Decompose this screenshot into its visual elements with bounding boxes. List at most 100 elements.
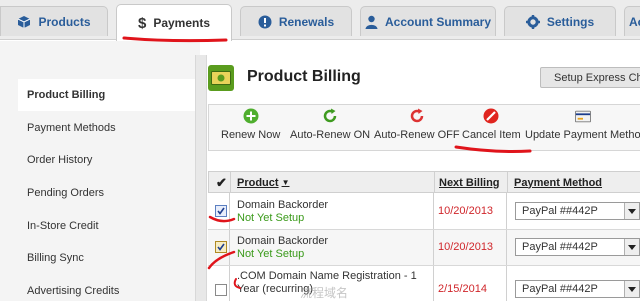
auto-renew-on-label: Auto-Renew ON: [290, 129, 371, 141]
cancel-icon: [483, 108, 499, 124]
column-header-payment-method[interactable]: Payment Method: [514, 172, 602, 193]
row-checkbox[interactable]: [215, 205, 227, 217]
product-cell: Domain Backorder Not Yet Setup: [237, 199, 328, 225]
tab-settings[interactable]: Settings: [504, 6, 616, 36]
billing-money-icon: [208, 65, 234, 91]
auto-renew-off-button[interactable]: Auto-Renew OFF: [374, 108, 460, 141]
update-payment-method-label: Update Payment Metho: [525, 129, 640, 141]
chevron-down-icon: [624, 239, 639, 255]
sidebar-item-in-store-credit[interactable]: In-Store Credit: [18, 210, 190, 242]
sidebar: Product Billing Payment Methods Order Hi…: [0, 41, 200, 301]
refresh-green-icon: [322, 108, 338, 124]
row-checkbox[interactable]: [215, 241, 227, 253]
sidebar-item-label: Order History: [27, 154, 93, 166]
row-checkbox[interactable]: [215, 284, 227, 296]
setup-express-checkout-button[interactable]: Setup Express Ch: [540, 67, 640, 88]
tab-settings-label: Settings: [546, 14, 595, 29]
column-divider: [506, 266, 507, 301]
user-icon: [365, 15, 378, 29]
table-row: Domain Backorder Not Yet Setup 10/20/201…: [208, 230, 640, 266]
column-divider: [229, 193, 230, 229]
product-status: Not Yet Setup: [237, 248, 305, 260]
product-name[interactable]: .COM Domain Name Registration - 1: [237, 270, 417, 283]
column-divider: [229, 266, 230, 301]
auto-renew-off-label: Auto-Renew OFF: [374, 129, 460, 141]
product-status: Not Yet Setup: [237, 212, 305, 224]
renew-now-button[interactable]: Renew Now: [221, 108, 280, 141]
tab-partial-label: Ac: [629, 14, 640, 29]
sidebar-item-order-history[interactable]: Order History: [18, 144, 190, 176]
sidebar-item-product-billing[interactable]: Product Billing: [18, 79, 200, 111]
next-billing-date: 10/20/2013: [438, 205, 494, 217]
next-billing-date: 2/15/2014: [438, 283, 487, 295]
main-tab-bar: Products $ Payments Renewals Account Sum…: [0, 0, 640, 41]
payment-method-value: PayPal ##442P: [522, 283, 598, 295]
table-row: Domain Backorder Not Yet Setup 10/20/201…: [208, 193, 640, 230]
payment-method-select[interactable]: PayPal ##442P: [515, 202, 640, 220]
product-name[interactable]: Domain Backorder: [237, 199, 328, 212]
column-divider: [506, 230, 507, 265]
column-divider: [433, 266, 434, 301]
credit-card-icon: [574, 108, 591, 124]
table-row: .COM Domain Name Registration - 1 Year (…: [208, 266, 640, 301]
tab-renewals-label: Renewals: [278, 14, 335, 29]
info-icon: [258, 15, 272, 29]
table-header: ✔ Product ▼ Next Billing Payment Method: [208, 171, 640, 193]
renew-now-label: Renew Now: [221, 129, 281, 141]
column-header-product[interactable]: Product ▼: [237, 172, 289, 193]
sidebar-item-label: Advertising Credits: [27, 285, 120, 297]
cube-icon: [17, 15, 31, 29]
chevron-down-icon: [624, 281, 639, 297]
column-header-label: Product: [237, 176, 279, 189]
column-divider: [230, 172, 231, 193]
column-divider: [229, 230, 230, 265]
gear-icon: [525, 14, 540, 29]
column-divider: [434, 172, 435, 193]
sidebar-item-advertising-credits[interactable]: Advertising Credits: [18, 275, 190, 301]
tab-partial[interactable]: Ac: [624, 6, 640, 36]
payment-method-select[interactable]: PayPal ##442P: [515, 238, 640, 256]
watermark-text: 流程域名: [300, 286, 349, 300]
auto-renew-on-button[interactable]: Auto-Renew ON: [290, 108, 370, 141]
column-divider: [433, 230, 434, 265]
column-divider: [506, 193, 507, 229]
plus-circle-icon: [243, 108, 259, 124]
chevron-down-icon: [624, 203, 639, 219]
sort-desc-icon: ▼: [281, 178, 290, 187]
product-cell: Domain Backorder Not Yet Setup: [237, 235, 328, 261]
sidebar-item-label: Billing Sync: [27, 252, 84, 264]
cancel-item-label: Cancel Item: [462, 129, 521, 141]
sidebar-item-billing-sync[interactable]: Billing Sync: [18, 242, 190, 274]
select-all-checkmark-icon[interactable]: ✔: [216, 172, 227, 193]
cancel-item-button[interactable]: Cancel Item: [462, 108, 521, 141]
tab-account-summary[interactable]: Account Summary: [360, 6, 496, 36]
tab-renewals[interactable]: Renewals: [240, 6, 352, 36]
sidebar-item-label: Payment Methods: [27, 122, 116, 134]
column-divider: [433, 193, 434, 229]
update-payment-method-button[interactable]: Update Payment Metho: [525, 108, 640, 141]
column-header-label: Payment Method: [514, 176, 603, 189]
next-billing-date: 10/20/2013: [438, 241, 494, 253]
product-name[interactable]: Domain Backorder: [237, 235, 328, 248]
payment-method-value: PayPal ##442P: [522, 241, 598, 253]
dollar-icon: $: [137, 14, 147, 32]
sidebar-item-label: Product Billing: [27, 89, 106, 101]
refresh-red-icon: [409, 108, 425, 124]
tab-products-label: Products: [38, 14, 91, 29]
sidebar-item-label: Pending Orders: [27, 187, 105, 199]
column-divider: [507, 172, 508, 193]
tab-payments[interactable]: $ Payments: [116, 4, 232, 41]
column-header-next-billing[interactable]: Next Billing: [439, 172, 500, 193]
sidebar-item-label: In-Store Credit: [27, 220, 99, 232]
column-header-label: Next Billing: [439, 176, 500, 189]
payment-method-value: PayPal ##442P: [522, 205, 598, 217]
content-divider: [195, 55, 207, 301]
payment-method-select[interactable]: PayPal ##442P: [515, 280, 640, 298]
tab-account-summary-label: Account Summary: [384, 14, 492, 29]
action-toolbar: Renew Now Auto-Renew ON Auto-Renew OFF C…: [208, 104, 640, 151]
sidebar-item-pending-orders[interactable]: Pending Orders: [18, 177, 190, 209]
tab-products[interactable]: Products: [0, 6, 108, 36]
tab-payments-label: Payments: [153, 16, 211, 30]
page-title: Product Billing: [247, 68, 361, 85]
sidebar-item-payment-methods[interactable]: Payment Methods: [18, 112, 190, 144]
